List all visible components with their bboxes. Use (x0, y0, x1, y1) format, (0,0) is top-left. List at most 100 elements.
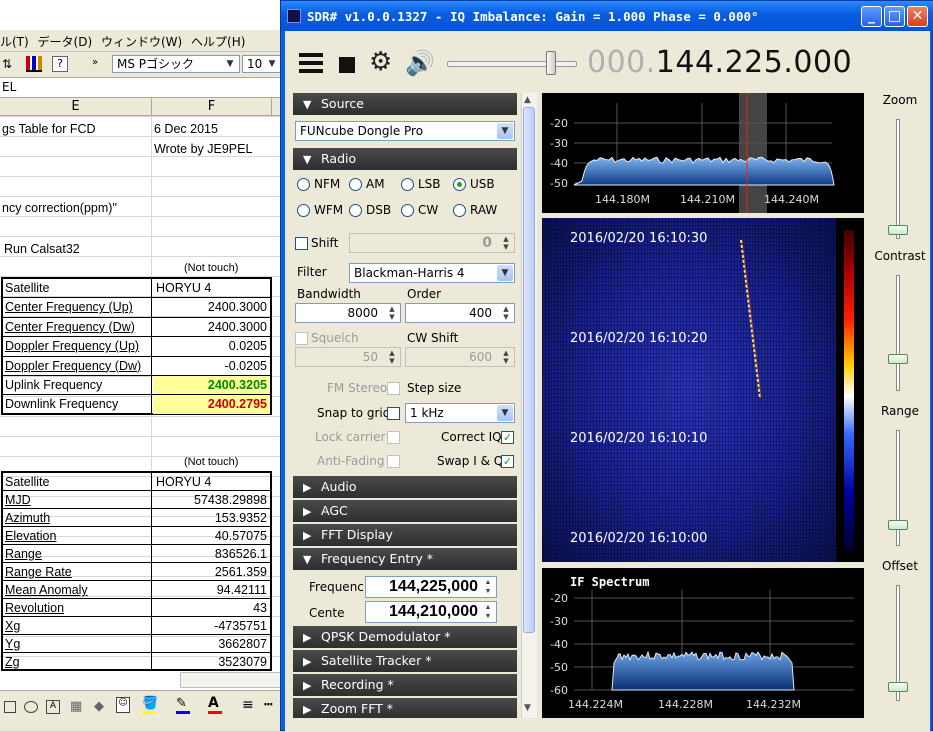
scroll-down-icon[interactable]: ▼ (524, 703, 531, 713)
cell-value[interactable]: 2561.359 (153, 563, 270, 580)
minimize-button[interactable]: _ (861, 6, 882, 27)
shift-checkbox[interactable] (295, 237, 308, 250)
sort-icon[interactable]: ⇅ (2, 57, 12, 71)
cell-label[interactable]: Revolution (3, 599, 152, 616)
cell-not-touch[interactable]: (Not touch) (184, 258, 238, 278)
cell-value[interactable]: 153.9352 (153, 509, 270, 526)
font-color-icon[interactable]: A (208, 695, 222, 714)
cell-value[interactable]: -4735751 (153, 617, 270, 634)
spinner-icon[interactable]: ▲ ▼ (481, 603, 495, 621)
font-size-select[interactable]: 10 ▼ (242, 55, 282, 73)
fm-stereo-checkbox[interactable] (387, 382, 400, 395)
spinner-icon[interactable]: ▲ ▼ (385, 349, 399, 365)
source-device-select[interactable]: FUNcube Dongle Pro ▼ (295, 121, 515, 141)
menu-window[interactable]: ウィンドウ(W) (101, 30, 187, 50)
speaker-icon[interactable]: 🔊 (405, 51, 435, 75)
cell-value[interactable]: 0.0205 (153, 337, 270, 355)
mode-radio-am[interactable] (349, 178, 362, 191)
anti-fading-checkbox[interactable] (387, 455, 400, 468)
cell-value[interactable]: 3662807 (153, 635, 270, 652)
zoom-slider-thumb[interactable] (888, 225, 908, 235)
rectangle-icon[interactable] (4, 701, 16, 713)
spinner-icon[interactable]: ▲ ▼ (499, 349, 513, 365)
cell-run-calsat[interactable]: Run Calsat32 (4, 239, 80, 259)
zoom-slider[interactable] (896, 119, 900, 239)
mode-radio-nfm[interactable] (297, 178, 310, 191)
correct-iq-checkbox[interactable]: ✓ (501, 431, 514, 444)
chart-icon[interactable] (26, 56, 42, 72)
contrast-slider-thumb[interactable] (888, 354, 908, 364)
cell-value[interactable]: -0.0205 (153, 357, 270, 375)
cell-not-touch[interactable]: (Not touch) (184, 452, 238, 472)
cell-label[interactable]: Doppler Frequency (Up) (3, 337, 152, 356)
spinner-icon[interactable]: ▲ ▼ (385, 305, 399, 321)
spinner-icon[interactable]: ▲ ▼ (499, 235, 513, 251)
help-icon[interactable]: ? (52, 56, 68, 72)
step-size-select[interactable]: 1 kHz ▼ (405, 403, 515, 423)
fill-color-icon[interactable]: 🪣 (142, 696, 158, 714)
mode-radio-usb[interactable] (453, 178, 466, 191)
toolbar-overflow-icon[interactable]: » (92, 57, 98, 68)
panel-scrollbar[interactable]: ▲ ▼ (521, 93, 537, 718)
spectrum-analyzer[interactable]: -20 -30 -40 -50 144.180M 144.210M 144.240M (542, 93, 864, 213)
cell-label[interactable]: MJD (3, 491, 152, 508)
cell-label[interactable]: Downlink Frequency (3, 395, 152, 414)
cell-value[interactable]: HORYU 4 (153, 279, 270, 297)
cell-label[interactable]: Satellite (3, 279, 152, 298)
offset-slider-thumb[interactable] (888, 682, 908, 692)
mode-radio-wfm[interactable] (297, 204, 310, 217)
cell-label[interactable]: Range Rate (3, 563, 152, 580)
menu-icon[interactable] (299, 53, 323, 73)
volume-slider-thumb[interactable] (546, 51, 556, 75)
cell-author[interactable]: Wrote by JE9PEL (154, 139, 252, 159)
cell-title[interactable]: gs Table for FCD (2, 119, 96, 139)
column-header-f[interactable]: F (152, 98, 272, 116)
mode-radio-dsb[interactable] (349, 204, 362, 217)
spinner-icon[interactable]: ▲ ▼ (499, 305, 513, 321)
title-bar[interactable]: SDR# v1.0.0.1327 - IQ Imbalance: Gain = … (281, 1, 933, 31)
cell-value[interactable]: 57438.29898 (153, 491, 270, 508)
section-satellite-tracker-header[interactable]: ▶ Satellite Tracker * (293, 650, 517, 672)
dash-style-icon[interactable]: ┅ (264, 697, 272, 713)
section-recording-header[interactable]: ▶ Recording * (293, 674, 517, 696)
horizontal-scrollbar[interactable] (180, 672, 285, 688)
cell-label[interactable]: Elevation (3, 527, 152, 544)
cell-label[interactable]: Satellite (3, 473, 152, 490)
squelch-input[interactable]: 50 ▲ ▼ (295, 347, 401, 367)
menu-help[interactable]: ヘルプ(H) (191, 30, 250, 50)
section-source-header[interactable]: ▼ Source (293, 93, 517, 115)
cell-value[interactable]: 3523079 (153, 653, 270, 670)
center-input[interactable]: 144,210,000 ▲ ▼ (365, 601, 497, 623)
cw-shift-input[interactable]: 600 ▲ ▼ (405, 347, 515, 367)
section-audio-header[interactable]: ▶ Audio (293, 476, 517, 498)
filter-select[interactable]: Blackman-Harris 4 ▼ (349, 263, 515, 283)
shape-icon[interactable]: ◆ (94, 699, 104, 714)
cell-label[interactable]: Xg (3, 617, 152, 634)
cell-value[interactable]: 836526.1 (153, 545, 270, 562)
section-fft-header[interactable]: ▶ FFT Display (293, 524, 517, 546)
textbox-icon[interactable]: A (46, 700, 60, 714)
cell-value[interactable]: HORYU 4 (153, 473, 270, 490)
cell-label[interactable]: Yg (3, 635, 152, 652)
cell-label[interactable]: Zg (3, 653, 152, 670)
section-radio-header[interactable]: ▼ Radio (293, 148, 517, 170)
close-button[interactable]: ✕ (907, 6, 928, 27)
contrast-slider[interactable] (896, 275, 900, 391)
section-agc-header[interactable]: ▶ AGC (293, 500, 517, 522)
cell-date[interactable]: 6 Dec 2015 (154, 119, 218, 139)
range-slider-thumb[interactable] (888, 520, 908, 530)
mode-radio-lsb[interactable] (401, 178, 414, 191)
gear-icon[interactable]: ⚙ (369, 49, 392, 75)
clipart-icon[interactable]: ☺ (116, 697, 130, 713)
line-color-icon[interactable]: ✎ (176, 696, 190, 714)
frequency-display[interactable]: 000.144.225.000 (587, 45, 852, 80)
cell-value[interactable]: 2400.3205 (153, 376, 270, 395)
cell-freq-correction[interactable]: ncy correction(ppm)" (2, 198, 117, 218)
cell-value[interactable]: 43 (153, 599, 270, 616)
cell-label[interactable]: Center Frequency (Up) (3, 298, 152, 317)
squelch-checkbox[interactable] (295, 332, 308, 345)
cell-value[interactable]: 2400.2795 (153, 395, 270, 414)
cell-value[interactable]: 2400.3000 (153, 318, 270, 336)
spinner-icon[interactable]: ▲ ▼ (481, 578, 495, 596)
shift-input[interactable]: 0 ▲ ▼ (349, 233, 515, 253)
